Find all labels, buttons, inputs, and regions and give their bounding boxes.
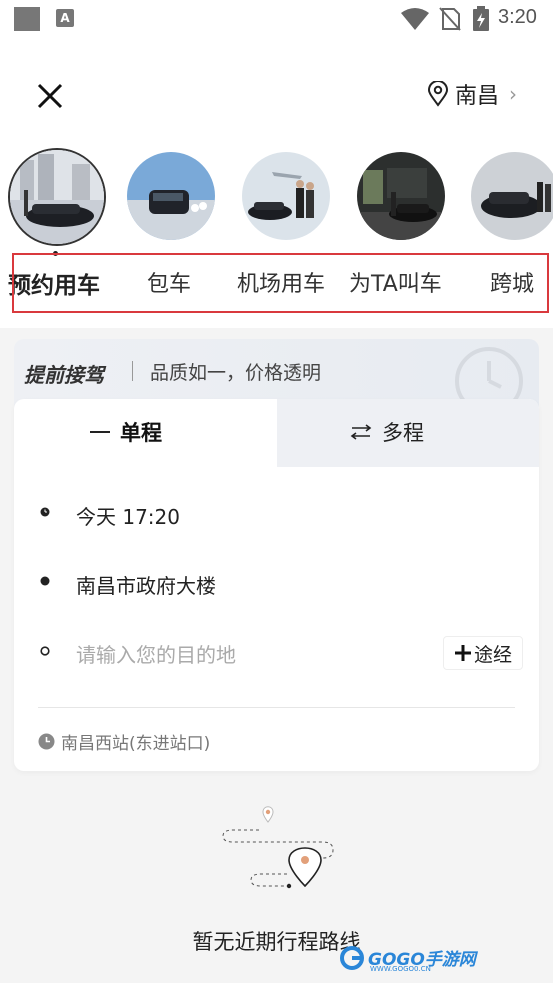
destination-input[interactable]: 请输入您的目的地 — [76, 639, 236, 668]
category-thumb-intercity[interactable] — [471, 152, 553, 240]
category-for-ta[interactable]: 为TA叫车 — [349, 266, 442, 298]
notification-square-icon — [14, 7, 40, 31]
banner-title: 提前接驾 — [24, 363, 104, 387]
category-thumb-for-ta[interactable] — [357, 152, 445, 240]
single-line-icon — [90, 431, 110, 433]
category-charter[interactable]: 包车 — [147, 266, 191, 298]
card-divider — [38, 707, 515, 708]
category-reserve[interactable]: 预约用车 — [8, 266, 100, 300]
battery-charging-icon — [473, 6, 489, 31]
close-icon[interactable] — [36, 82, 64, 110]
selected-indicator-dot — [53, 251, 58, 256]
city-label: 南昌 — [454, 84, 499, 109]
category-airport[interactable]: 机场用车 — [237, 266, 325, 298]
wifi-icon — [401, 8, 429, 30]
time-dot-icon — [40, 507, 50, 517]
tab-single-label: 单程 — [120, 421, 162, 445]
app-notification-icon: A — [56, 9, 74, 27]
tab-multi-trip[interactable]: 多程 — [350, 417, 424, 447]
origin-row[interactable]: 南昌市政府大楼 — [14, 554, 539, 614]
origin-dot-icon — [40, 576, 50, 586]
via-label: 途经 — [473, 643, 512, 666]
category-thumb-charter[interactable] — [127, 152, 215, 240]
empty-route-illustration — [222, 806, 334, 889]
history-item[interactable]: 南昌西站(东进站口) — [38, 729, 210, 754]
add-via-button[interactable]: 途经 — [443, 636, 523, 670]
tab-single-trip[interactable]: 单程 — [90, 417, 162, 447]
tab-multi-label: 多程 — [382, 421, 424, 445]
time-row[interactable]: 今天 17:20 — [14, 485, 539, 545]
location-pin-icon — [427, 81, 448, 107]
no-sim-icon — [439, 7, 461, 31]
history-text: 南昌西站(东进站口) — [61, 734, 211, 754]
plus-icon — [454, 645, 471, 661]
watermark-logo-icon — [340, 945, 364, 970]
status-bar: A 3:20 — [0, 0, 553, 38]
watermark-url: WWW.GOGO0.CN — [370, 965, 431, 973]
banner-subtitle: 品质如一，价格透明 — [150, 362, 322, 384]
category-intercity[interactable]: 跨城 — [490, 266, 534, 298]
watermark: GOGO手游网 WWW.GOGO0.CN — [340, 945, 476, 973]
banner-separator — [132, 361, 133, 381]
category-thumb-airport[interactable] — [242, 152, 330, 240]
category-thumb-reserve[interactable] — [8, 148, 106, 246]
trip-card: 单程 多程 今天 17:20 南昌市政府大楼 请输入您的目的地 途经 南昌西站(… — [14, 399, 539, 771]
city-selector[interactable]: 南昌 › — [427, 78, 517, 110]
destination-dot-icon — [40, 646, 50, 656]
status-time: 3:20 — [498, 6, 537, 28]
time-text: 今天 17:20 — [76, 505, 180, 529]
origin-text: 南昌市政府大楼 — [76, 574, 216, 598]
chevron-right-icon: › — [509, 82, 517, 106]
clock-icon — [38, 733, 55, 750]
swap-arrows-icon — [350, 424, 372, 440]
